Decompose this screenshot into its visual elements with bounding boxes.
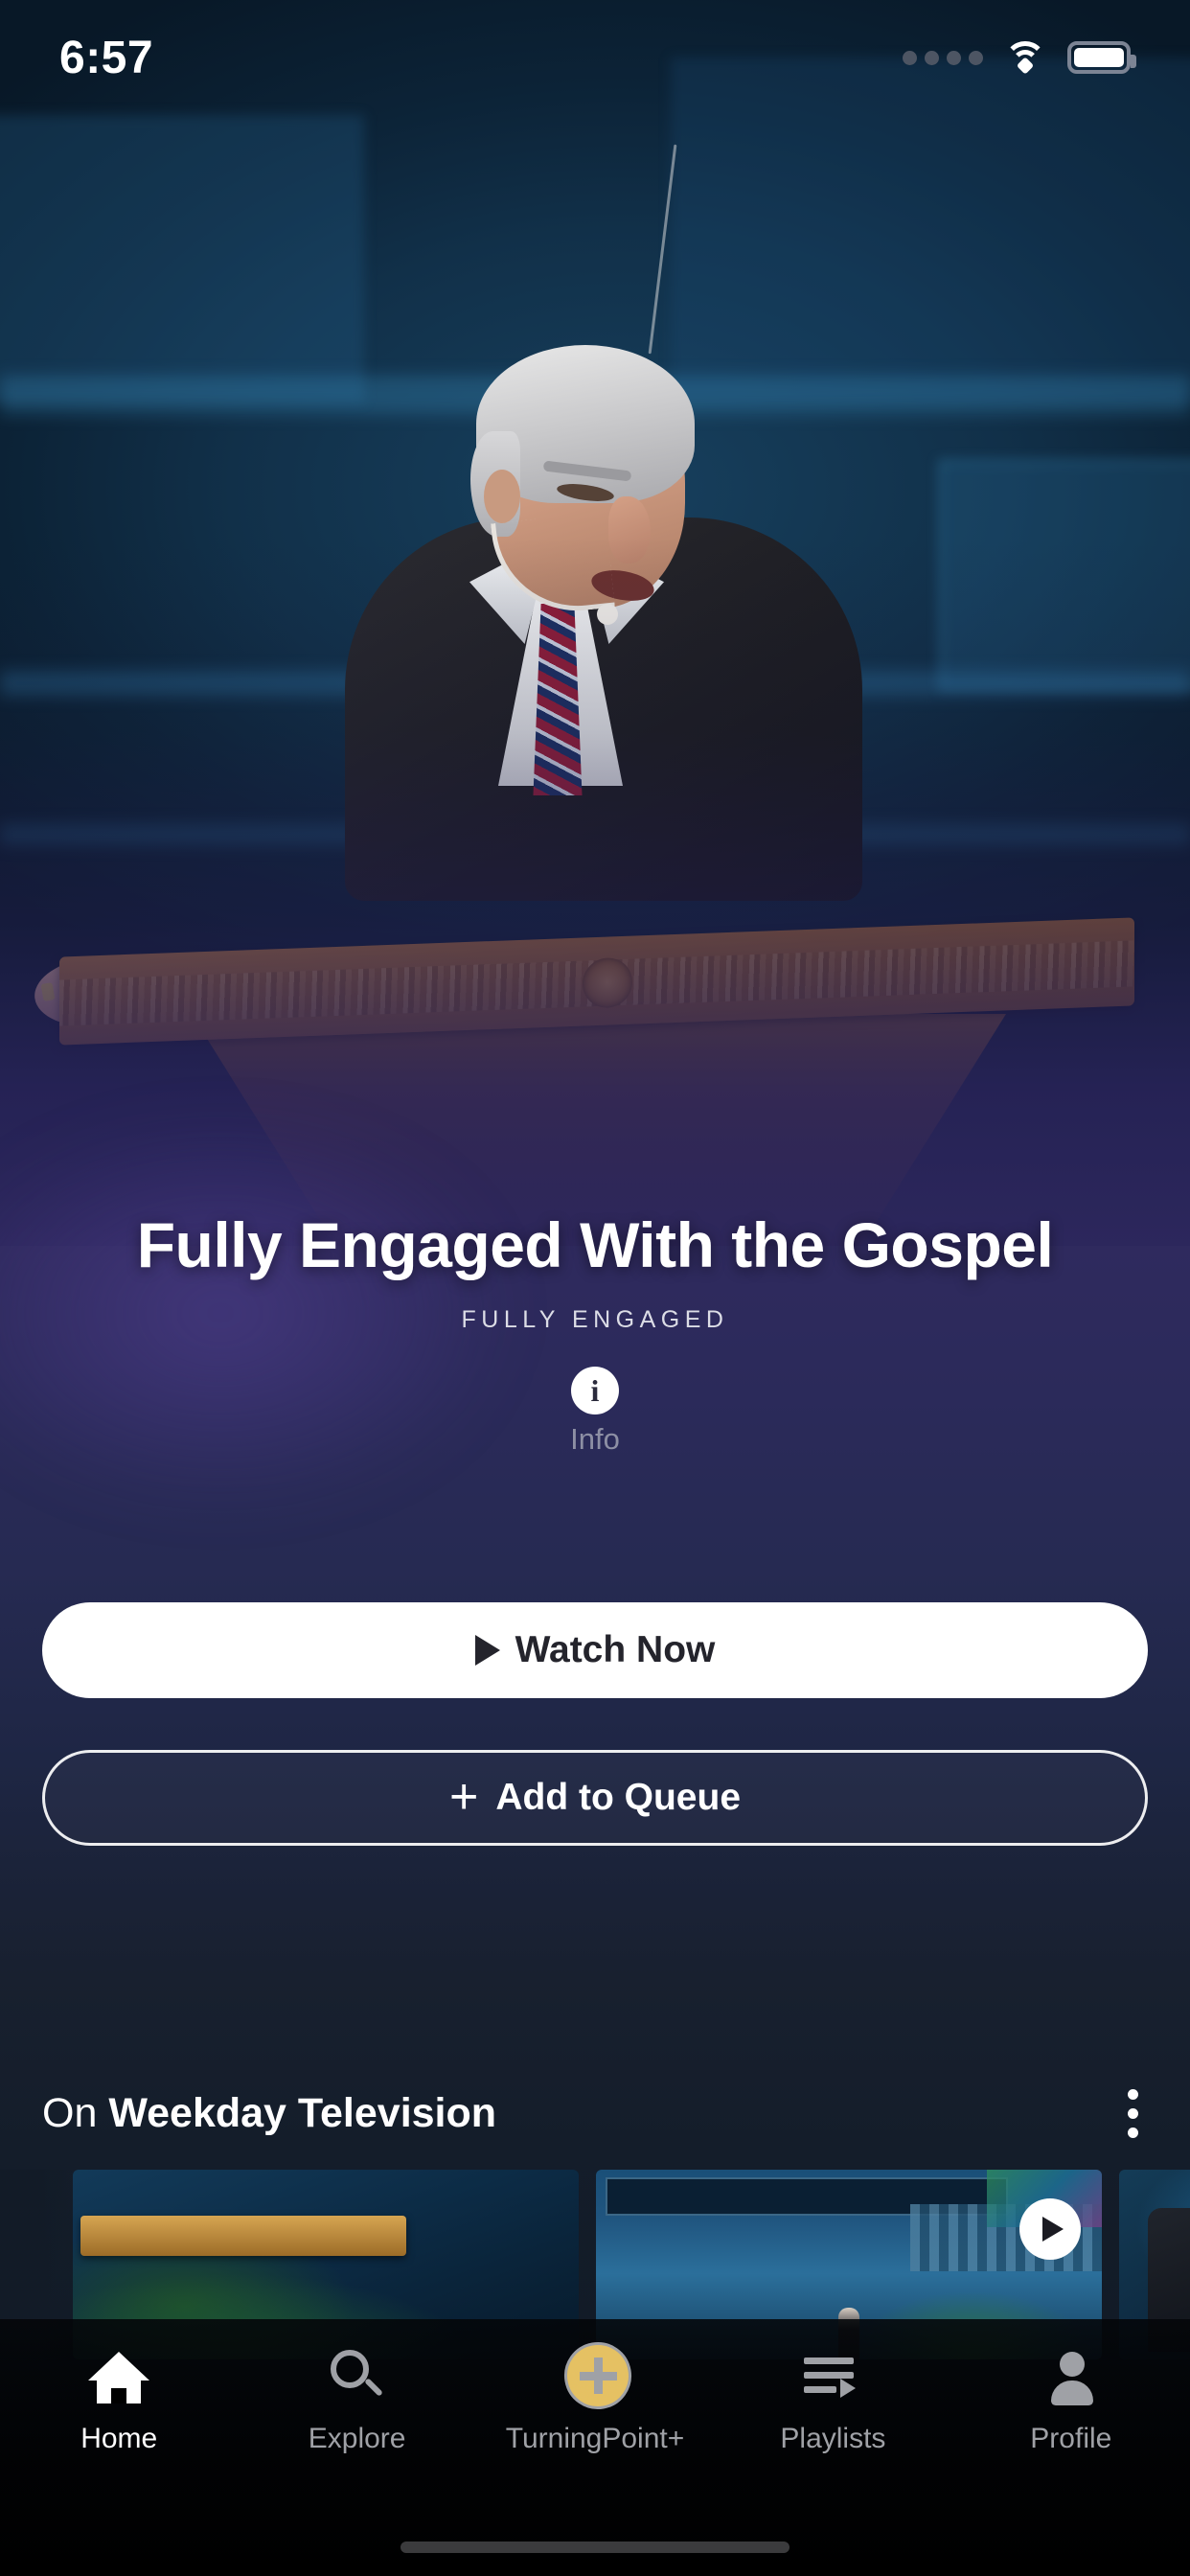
- tab-profile-label: Profile: [1030, 2423, 1112, 2454]
- row-header: On Weekday Television: [42, 2080, 1148, 2148]
- app-screen: 6:57 Fully Engaged With the Gospel FULLY…: [0, 0, 1190, 2576]
- info-label: Info: [570, 1421, 620, 1456]
- plus-circle-icon: [559, 2336, 637, 2415]
- hero-info-block: Fully Engaged With the Gospel FULLY ENGA…: [0, 1209, 1190, 1457]
- info-circle-icon[interactable]: i: [571, 1366, 619, 1414]
- row-title-name: Weekday Television: [108, 2090, 497, 2136]
- row-title-prefix: On: [42, 2090, 98, 2136]
- page-title: Fully Engaged With the Gospel: [136, 1209, 1054, 1280]
- tab-profile[interactable]: Profile: [952, 2346, 1190, 2455]
- hero-image: [0, 0, 1190, 1284]
- info-button[interactable]: i Info: [69, 1366, 1121, 1457]
- watch-now-button[interactable]: Watch Now: [42, 1602, 1148, 1698]
- tab-explore[interactable]: Explore: [238, 2346, 475, 2455]
- home-icon: [88, 2346, 150, 2407]
- add-to-queue-button[interactable]: + Add to Queue: [42, 1750, 1148, 1846]
- bottom-tab-bar: Home Explore TurningPoint+ Playlists Pro: [0, 2319, 1190, 2576]
- tab-turningpoint-plus-label: TurningPoint+: [505, 2423, 685, 2454]
- add-to-queue-label: Add to Queue: [495, 1777, 742, 1818]
- tab-home-label: Home: [80, 2423, 158, 2454]
- status-bar: 6:57: [0, 0, 1190, 115]
- cellular-dots-icon: [903, 50, 983, 65]
- tab-playlists[interactable]: Playlists: [714, 2346, 951, 2455]
- tab-playlists-label: Playlists: [780, 2423, 886, 2454]
- tab-explore-label: Explore: [308, 2423, 406, 2454]
- playlist-icon: [802, 2346, 863, 2407]
- tab-home[interactable]: Home: [0, 2346, 238, 2455]
- hero-banner[interactable]: [0, 0, 1190, 1284]
- play-icon: [474, 1635, 500, 1666]
- play-icon[interactable]: [1019, 2198, 1081, 2260]
- row-title: On Weekday Television: [42, 2090, 496, 2137]
- home-indicator[interactable]: [400, 2542, 790, 2553]
- more-vertical-icon[interactable]: [1118, 2080, 1148, 2148]
- search-icon: [327, 2346, 388, 2407]
- tab-turningpoint-plus[interactable]: TurningPoint+: [476, 2336, 714, 2455]
- person-icon: [1041, 2346, 1102, 2407]
- speaker-figure: [292, 278, 905, 901]
- wifi-icon: [1004, 41, 1046, 75]
- series-subtitle: FULLY ENGAGED: [461, 1305, 729, 1333]
- watch-now-label: Watch Now: [515, 1629, 716, 1670]
- plus-icon: +: [448, 1769, 479, 1826]
- status-clock: 6:57: [59, 32, 154, 83]
- battery-full-icon: [1067, 41, 1136, 74]
